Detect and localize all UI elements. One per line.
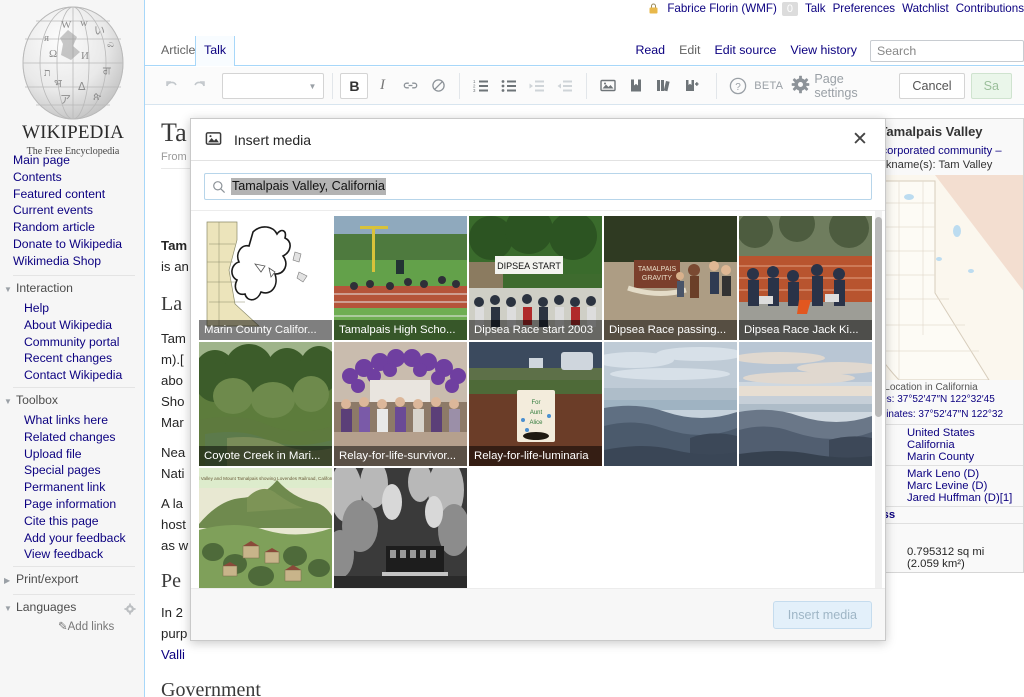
media-result-item[interactable]: Relay-for-life-survivor...	[334, 342, 467, 466]
insert-media-button[interactable]: Insert media	[772, 600, 872, 629]
media-result-item[interactable]: Marin County Califor...	[199, 216, 332, 340]
svg-text:DIPSEA START: DIPSEA START	[497, 261, 561, 271]
media-result-caption: Marin County Califor...	[199, 320, 332, 340]
media-result-caption: Tamalpais High Scho...	[334, 320, 467, 340]
svg-text:Alice: Alice	[529, 420, 543, 426]
dialog-footer: Insert media	[191, 588, 885, 640]
svg-text:For: For	[532, 400, 541, 406]
svg-text:TAMALPAIS: TAMALPAIS	[638, 266, 677, 273]
dialog-search-area: Tamalpais Valley, California	[191, 161, 885, 210]
insert-media-dialog: Insert media ✕ Tamalpais Valley, Califor…	[190, 118, 886, 641]
results-scrollbar-thumb[interactable]	[875, 217, 882, 417]
insert-media-icon	[205, 130, 222, 150]
dialog-title: Insert media	[234, 131, 312, 148]
media-result-item[interactable]: Dipsea Race Jack Ki...	[739, 216, 872, 340]
media-result-item[interactable]: Tamalpais High Scho...	[334, 216, 467, 340]
media-result-caption: Relay-for-life-luminaria	[469, 446, 602, 466]
media-search-value: Tamalpais Valley, California	[231, 178, 386, 195]
media-result-item[interactable]: Mill Valley and Mount Tamalpais showing …	[199, 468, 332, 588]
media-result-caption: Coyote Creek in Mari...	[199, 446, 332, 466]
media-result-caption: Dipsea Race start 2003	[469, 320, 602, 340]
media-result-item[interactable]: DIPSEA START Dipsea Race start 2003	[469, 216, 602, 340]
media-result-item[interactable]: For Aunt Alice Relay-for-life-luminaria	[469, 342, 602, 466]
media-result-item[interactable]	[739, 342, 872, 466]
media-results-panel[interactable]: Marin County Califor... Tamalpais High Sc…	[191, 210, 885, 588]
close-icon[interactable]: ✕	[849, 129, 871, 151]
media-result-caption: Dipsea Race Jack Ki...	[739, 320, 872, 340]
svg-text:Mill Valley and Mount Tamalpai: Mill Valley and Mount Tamalpais showing …	[199, 476, 332, 481]
media-result-caption: Dipsea Race passing...	[604, 320, 737, 340]
svg-text:Aunt: Aunt	[530, 410, 543, 416]
media-result-item[interactable]: Coyote Creek in Mari...	[199, 342, 332, 466]
dialog-header: Insert media ✕	[191, 119, 885, 161]
search-icon	[212, 180, 226, 197]
media-search-input[interactable]: Tamalpais Valley, California	[204, 173, 872, 200]
media-result-caption: Relay-for-life-survivor...	[334, 446, 467, 466]
media-result-item[interactable]: TAMALPAIS GRAVITY Dipsea Race passing...	[604, 216, 737, 340]
media-results-grid: Marin County Califor... Tamalpais High Sc…	[199, 216, 877, 588]
media-result-item[interactable]	[604, 342, 737, 466]
svg-text:GRAVITY: GRAVITY	[642, 275, 673, 282]
media-result-item[interactable]	[334, 468, 467, 588]
